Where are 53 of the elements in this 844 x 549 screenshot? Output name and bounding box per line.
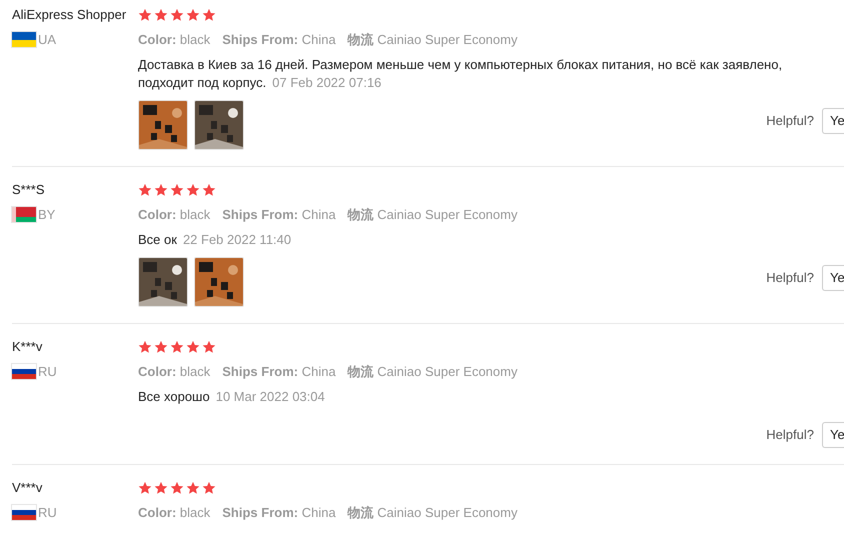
country-code: RU xyxy=(38,363,57,381)
review-text: Все ок 22 Feb 2022 11:40 xyxy=(138,231,292,249)
flag-icon xyxy=(12,364,36,380)
star-icon xyxy=(170,8,184,22)
country-code: UA xyxy=(38,31,56,49)
product-attribute: Color: black xyxy=(138,206,210,224)
reviewer-name: V***v xyxy=(12,479,44,497)
product-attribute: 物流 Cainiao Super Economy xyxy=(348,363,518,381)
star-icon xyxy=(170,481,184,495)
star-icon xyxy=(138,340,152,354)
reviewer-name: K***v xyxy=(12,338,44,356)
flag-icon xyxy=(12,207,36,222)
country-code: RU xyxy=(38,504,57,522)
yes-button[interactable]: Ye xyxy=(822,108,844,134)
country-code: BY xyxy=(38,206,56,224)
product-attribute: Color: black xyxy=(138,363,210,381)
star-icon xyxy=(154,340,168,354)
star-icon xyxy=(138,8,152,22)
star-icon xyxy=(170,183,184,197)
product-attribute: Color: black xyxy=(138,31,210,49)
star-icon xyxy=(138,481,152,495)
star-icon xyxy=(138,183,152,197)
star-icon xyxy=(154,481,168,495)
yes-button[interactable]: Ye xyxy=(822,265,844,291)
product-attribute: 物流 Cainiao Super Economy xyxy=(348,31,518,49)
reviewer-name: AliExpress Shopper xyxy=(12,6,128,24)
star-icon xyxy=(186,340,200,354)
product-attribute: Ships From: China xyxy=(222,504,336,522)
star-icon xyxy=(186,8,200,22)
star-icon xyxy=(202,340,216,354)
product-attribute: Ships From: China xyxy=(222,206,336,224)
review-text: Доставка в Киев за 16 дней. Размером меньше чем у компьютерных блоках питания, но всё как заявлено, подходит под корпус. 07 Feb 2022 07:16 xyxy=(138,56,784,92)
product-attribute: Ships From: China xyxy=(222,31,336,49)
star-icon xyxy=(154,8,168,22)
yes-button[interactable]: Ye xyxy=(822,422,844,448)
reviewer-name: S***S xyxy=(12,181,46,199)
star-icon xyxy=(186,183,200,197)
helpful-label: Helpful? xyxy=(766,426,814,444)
star-icon xyxy=(202,481,216,495)
review-text: Все хорошо 10 Mar 2022 03:04 xyxy=(138,388,326,406)
helpful-label: Helpful? xyxy=(766,112,814,130)
product-attribute: Color: black xyxy=(138,504,210,522)
star-icon xyxy=(186,481,200,495)
flag-icon xyxy=(12,32,36,48)
star-icon xyxy=(202,8,216,22)
flag-icon xyxy=(12,505,36,520)
star-icon xyxy=(170,340,184,354)
product-attribute: 物流 Cainiao Super Economy xyxy=(348,206,518,224)
star-icon xyxy=(154,183,168,197)
product-attribute: 物流 Cainiao Super Economy xyxy=(348,504,518,522)
product-attribute: Ships From: China xyxy=(222,363,336,381)
star-icon xyxy=(202,183,216,197)
helpful-label: Helpful? xyxy=(766,269,814,288)
